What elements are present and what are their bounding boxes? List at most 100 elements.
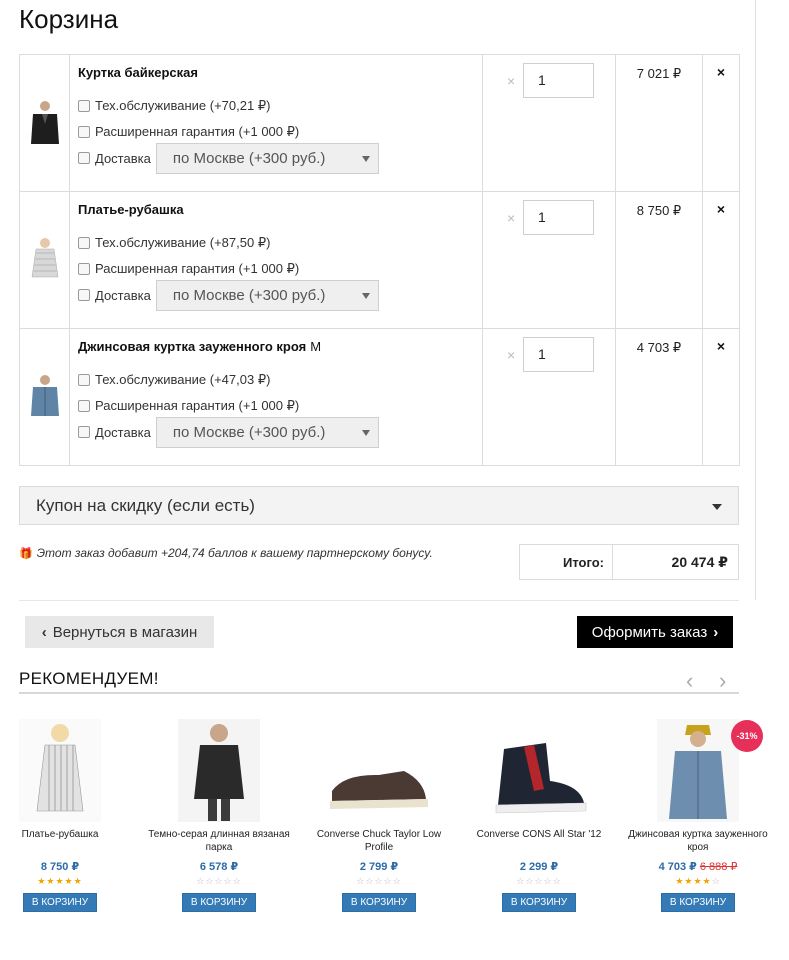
add-to-cart-button[interactable]: В КОРЗИНУ [660,893,736,912]
delivery-select[interactable]: по Москве (+300 руб.) [155,416,379,448]
cart-table: Куртка байкерская Тех.обслуживание (+70,… [19,54,740,466]
checkout-label: Оформить заказ [591,623,708,641]
quantity-cell: × 1 [482,191,616,329]
product-name[interactable]: Converse Chuck Taylor Low Profile [304,828,454,856]
item-price: 7 021 ₽ [636,66,682,81]
product-thumbnail[interactable] [28,237,62,281]
product-name[interactable]: Джинсовая куртка зауженного кроя [78,339,306,354]
add-to-cart-button[interactable]: В КОРЗИНУ [181,893,257,912]
product-thumbnail[interactable] [28,100,62,144]
quantity-input[interactable]: 1 [523,63,594,98]
delivery-label: Доставка [95,424,151,440]
carousel-prev-icon[interactable]: ‹ [686,668,693,694]
delivery-select[interactable]: по Москве (+300 руб.) [155,279,379,311]
product-name[interactable]: Платье-рубашка [0,828,135,856]
service-label: Тех.обслуживание (+70,21 ₽) [95,98,271,113]
price-value: 4 703 ₽ [658,861,697,873]
rating-stars: ☆☆☆☆☆ [196,876,242,886]
item-price: 8 750 ₽ [636,203,682,218]
remove-item-icon[interactable]: × [703,55,739,80]
add-to-cart-button[interactable]: В КОРЗИНУ [501,893,577,912]
product-price: 4 703 ₽6 888 ₽ [623,860,773,873]
quantity-cell: × 1 [482,328,616,466]
product-price: 6 578 ₽ [144,860,294,873]
service-option[interactable]: Тех.обслуживание (+47,03 ₽) [78,367,474,393]
total-value: 20 474 ₽ [612,544,739,580]
product-name[interactable]: Джинсовая куртка зауженного кроя [623,828,773,856]
product-thumbnail[interactable] [28,374,62,418]
service-checkbox[interactable] [78,100,90,112]
product-image[interactable]: -31% [657,719,763,822]
back-to-shop-label: Вернуться в магазин [52,623,198,641]
warranty-label: Расширенная гарантия (+1 000 ₽) [95,398,300,413]
remove-cell: × [702,328,740,466]
product-image[interactable] [19,719,101,822]
coupon-toggle[interactable]: Купон на скидку (если есть) [19,486,739,525]
warranty-option[interactable]: Расширенная гарантия (+1 000 ₽) [78,119,474,145]
delivery-checkbox[interactable] [78,426,90,438]
service-option[interactable]: Тех.обслуживание (+87,50 ₽) [78,230,474,256]
discount-badge: -31% [731,720,763,752]
product-name[interactable]: Платье-рубашка [78,202,184,217]
warranty-checkbox[interactable] [78,126,90,138]
rating-stars: ☆☆☆☆☆ [356,876,402,886]
remove-item-icon[interactable]: × [703,329,739,354]
cart-row: Джинсовая куртка зауженного кроя M Тех.об… [19,328,740,466]
page-edge-rule [755,0,756,600]
warranty-option[interactable]: Расширенная гарантия (+1 000 ₽) [78,256,474,282]
service-option[interactable]: Тех.обслуживание (+70,21 ₽) [78,93,474,119]
remove-item-icon[interactable]: × [703,192,739,217]
multiply-icon: × [507,209,516,226]
remove-cell: × [702,191,740,329]
cart-item-info: Куртка байкерская Тех.обслуживание (+70,… [69,54,483,192]
service-checkbox[interactable] [78,374,90,386]
cart-item-info: Джинсовая куртка зауженного кроя M Тех.об… [69,328,483,466]
gift-icon: 🎁 [19,547,33,560]
product-price: 2 799 ₽ [304,860,454,873]
quantity-input[interactable]: 1 [523,200,594,235]
product-name[interactable]: Куртка байкерская [78,65,198,80]
price-value: 2 799 ₽ [359,861,399,873]
carousel-next-icon[interactable]: › [719,668,726,694]
price-value: 6 578 ₽ [199,861,239,873]
product-name[interactable]: Converse CONS All Star '12 [464,828,614,856]
product-name[interactable]: Темно-серая длинная вязаная парка [144,828,294,856]
product-image[interactable] [484,719,594,822]
warranty-checkbox[interactable] [78,263,90,275]
product-card: -31% Джинсовая куртка зауженного кроя 4 … [623,719,773,912]
product-card: Converse Chuck Taylor Low Profile 2 799 … [304,719,454,912]
delivery-select[interactable]: по Москве (+300 руб.) [155,142,379,174]
price-cell: 8 750 ₽ [615,191,703,329]
back-to-shop-button[interactable]: ‹ Вернуться в магазин [25,616,214,648]
old-price: 6 888 ₽ [699,861,738,873]
product-size: M [310,339,322,354]
product-image[interactable] [324,719,434,822]
delivery-option: Доставка по Москве (+300 руб.) [78,142,474,174]
recommended-title: РЕКОМЕНДУЕМ! [19,669,159,688]
add-to-cart-button[interactable]: В КОРЗИНУ [22,893,98,912]
divider [19,600,739,601]
bonus-note: 🎁 Этот заказ добавит +204,74 баллов к ва… [19,546,433,560]
warranty-option[interactable]: Расширенная гарантия (+1 000 ₽) [78,393,474,419]
rating-stars: ★★★★☆ [675,876,721,886]
service-checkbox[interactable] [78,237,90,249]
coupon-label: Купон на скидку (если есть) [36,495,255,515]
add-to-cart-button[interactable]: В КОРЗИНУ [341,893,417,912]
checkout-button[interactable]: Оформить заказ › [577,616,733,648]
delivery-label: Доставка [95,150,151,166]
recommended-underline [19,692,739,694]
product-image[interactable] [178,719,260,822]
price-cell: 4 703 ₽ [615,328,703,466]
delivery-select-value: по Москве (+300 руб.) [172,286,326,304]
product-card: Converse CONS All Star '12 2 299 ₽ ☆☆☆☆☆… [464,719,614,912]
delivery-checkbox[interactable] [78,289,90,301]
cart-thumb-cell [19,191,70,329]
product-name-line: Куртка байкерская [78,65,474,93]
delivery-select-value: по Москве (+300 руб.) [172,423,326,441]
quantity-input[interactable]: 1 [523,337,594,372]
multiply-icon: × [507,346,516,363]
caret-down-icon [361,429,370,436]
product-name-line: Джинсовая куртка зауженного кроя M [78,339,474,367]
warranty-checkbox[interactable] [78,400,90,412]
delivery-checkbox[interactable] [78,152,90,164]
